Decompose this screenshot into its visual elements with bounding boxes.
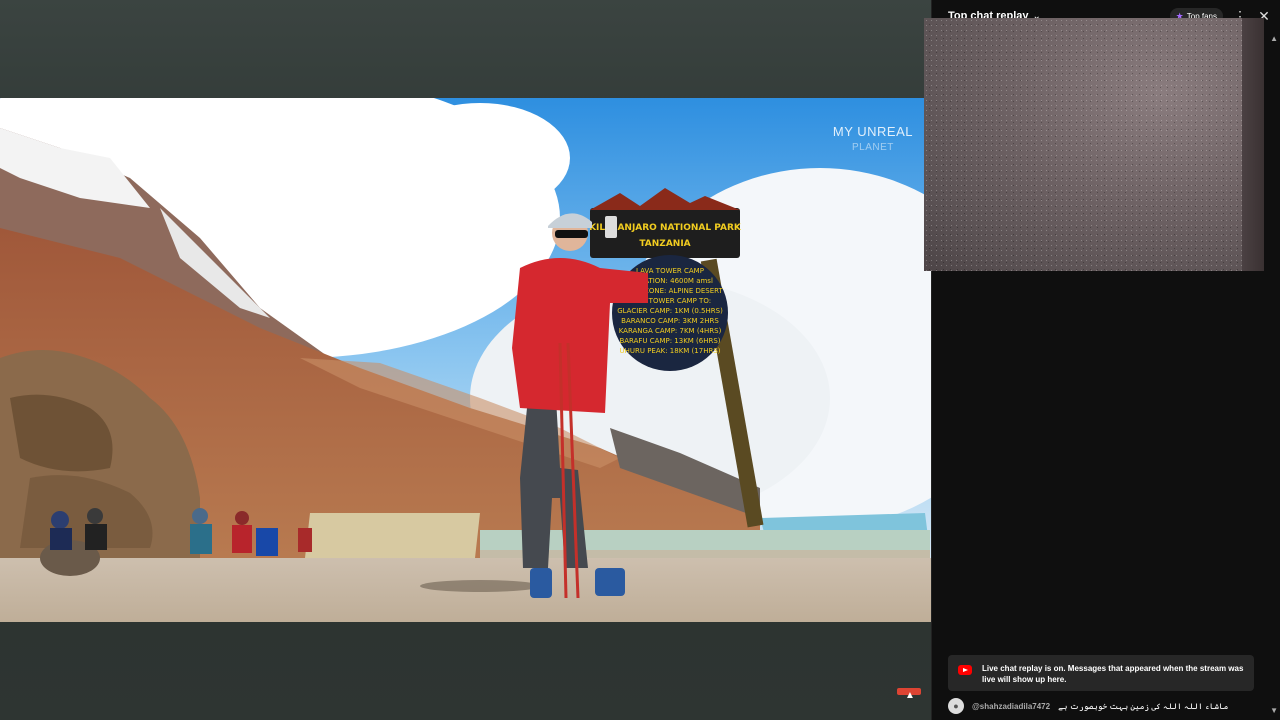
sign-line: UHURU PEAK: 18KM (17HRS) — [619, 347, 720, 355]
channel-watermark: MY UNREAL PLANET — [833, 124, 913, 156]
sign-line: BARANCO CAMP: 3KM 2HRS — [621, 317, 719, 325]
sign-line: BARAFU CAMP: 13KM (6HRS) — [619, 337, 720, 345]
watermark-line2: PLANET — [851, 142, 894, 153]
video-player-area[interactable]: KILIMANJARO NATIONAL PARK TANZANIA LAVA … — [0, 0, 931, 720]
video-frame[interactable]: KILIMANJARO NATIONAL PARK TANZANIA LAVA … — [0, 98, 931, 622]
sign-country: TANZANIA — [639, 239, 690, 249]
chat-scrollbar[interactable] — [1266, 32, 1280, 720]
mouse-cursor-icon: ▲ — [905, 690, 915, 701]
avatar[interactable]: ● — [948, 698, 964, 714]
youtube-icon — [958, 665, 972, 675]
webcam-overlay — [924, 18, 1264, 271]
chat-message: ● @shahzadiadila7472 ماشاء اللہ اللہ کی … — [948, 697, 1268, 715]
live-chat-panel: Top chat replay ⌄ ★ Top fans ⋮ ✕ ▲ ▼ Liv… — [924, 0, 1280, 720]
message-text: ماشاء اللہ اللہ کی زمین بہت خوبصورت ہے — [1058, 701, 1229, 711]
video-scene: KILIMANJARO NATIONAL PARK TANZANIA LAVA … — [0, 98, 931, 622]
message-author[interactable]: @shahzadiadila7472 — [972, 702, 1050, 711]
watermark-line1: MY UNREAL — [832, 124, 913, 139]
scroll-up-icon[interactable]: ▲ — [1270, 34, 1278, 43]
webcam-edge — [1242, 18, 1264, 271]
sign-line: KARANGA CAMP: 7KM (4HRS) — [619, 327, 722, 335]
chat-replay-banner: Live chat replay is on. Messages that ap… — [948, 655, 1254, 691]
scroll-down-icon[interactable]: ▼ — [1270, 706, 1278, 715]
sign-line: GLACIER CAMP: 1KM (0.5HRS) — [617, 307, 723, 315]
replay-notice-text: Live chat replay is on. Messages that ap… — [982, 664, 1244, 684]
webcam-texture — [924, 18, 1264, 271]
